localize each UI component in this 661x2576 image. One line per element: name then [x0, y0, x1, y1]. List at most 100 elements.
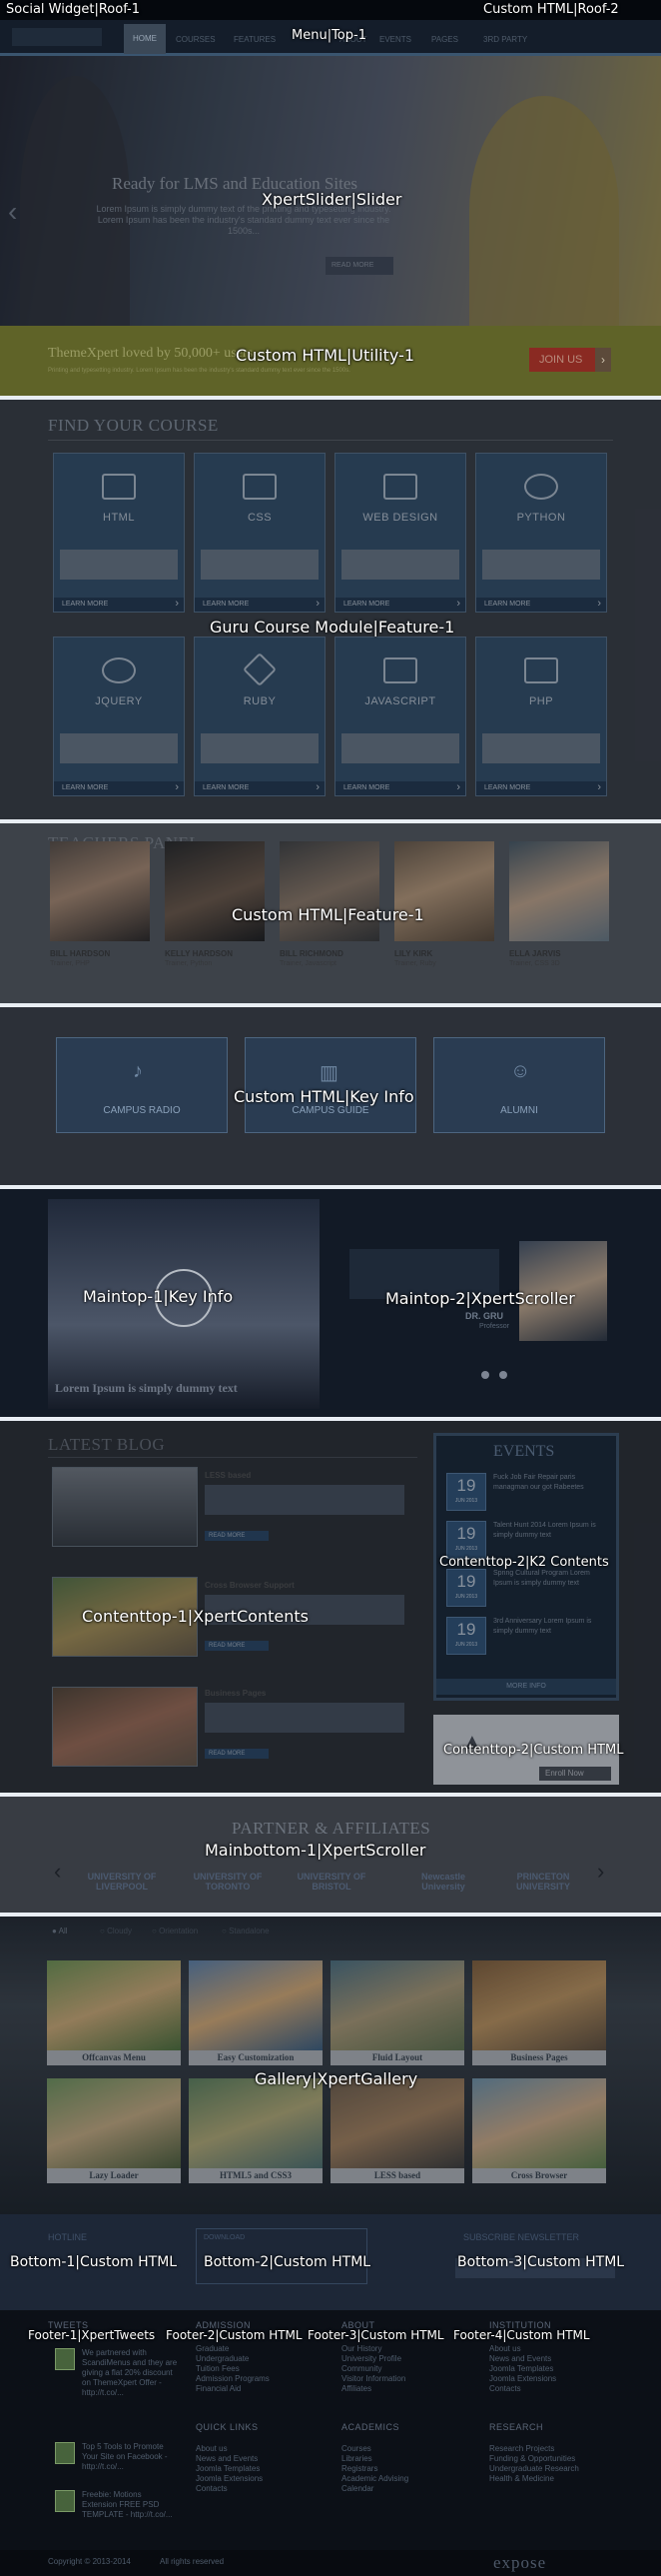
academics-link-4[interactable]: Academic Advising	[341, 2474, 408, 2484]
admission-link-5[interactable]: Financial Aid	[196, 2384, 241, 2394]
partner-logo-newcastle[interactable]: Newcastle University	[403, 1872, 483, 1892]
scroller-dot-1[interactable]	[481, 1371, 489, 1379]
blog-title-1[interactable]: LESS based	[205, 1471, 251, 1480]
blog-readmore-1[interactable]: READ MORE	[205, 1531, 269, 1541]
institution-link-1[interactable]: About us	[489, 2344, 521, 2354]
institution-link-4[interactable]: Joomla Extensions	[489, 2374, 556, 2384]
quicklink-5[interactable]: Contacts	[196, 2484, 228, 2494]
partners-prev-icon[interactable]: ‹	[54, 1859, 61, 1885]
gallery-image-5[interactable]	[47, 2078, 181, 2168]
blog-title-3[interactable]: Business Pages	[205, 1689, 266, 1698]
keyinfo-campus-guide[interactable]: ▥ CAMPUS GUIDE	[245, 1037, 416, 1133]
gallery-image-3[interactable]	[330, 1960, 464, 2050]
event-text-2[interactable]: Talent Hunt 2014 Lorem Ipsum is simply d…	[493, 1521, 603, 1541]
partner-logo-toronto[interactable]: UNIVERSITY OF TORONTO	[188, 1872, 268, 1892]
gallery-image-7[interactable]	[330, 2078, 464, 2168]
gallery-caption-1: Offcanvas Menu	[47, 2050, 181, 2065]
course-card-jquery[interactable]: JQUERY LEARN MORE	[53, 637, 185, 796]
keyinfo-alumni[interactable]: ☺ ALUMNI	[433, 1037, 605, 1133]
menu-courses[interactable]: COURSES	[176, 35, 216, 44]
event-text-4[interactable]: 3rd Anniversary Lorem Ipsum is simply du…	[493, 1617, 603, 1637]
quicklink-3[interactable]: Joomla Templates	[196, 2464, 260, 2474]
overlay-maintop2: Maintop-2|XpertScroller	[385, 1289, 575, 1308]
filter-all[interactable]: ● All	[52, 1927, 68, 1935]
academics-link-3[interactable]: Registrars	[341, 2464, 377, 2474]
course-card-web-design[interactable]: WEB DESIGN LEARN MORE	[334, 453, 466, 613]
gallery-image-8[interactable]	[472, 2078, 606, 2168]
footer-brand-logo: expose	[493, 2553, 547, 2572]
quicklink-2[interactable]: News and Events	[196, 2454, 258, 2464]
course-card-ruby[interactable]: RUBY LEARN MORE	[194, 637, 326, 796]
join-us-arrow-icon: ›	[595, 348, 611, 372]
gallery-image-2[interactable]	[189, 1960, 323, 2050]
overlay-utility1: Custom HTML|Utility-1	[236, 346, 415, 365]
admission-link-1[interactable]: Graduate	[196, 2344, 229, 2354]
teacher-name-4: LILY KIRK	[394, 949, 433, 958]
admission-link-3[interactable]: Tuition Fees	[196, 2364, 240, 2374]
gallery-image-6[interactable]	[189, 2078, 323, 2168]
tweet-1[interactable]: We partnered with ScandiMenus and they a…	[82, 2348, 178, 2398]
research-link-1[interactable]: Research Projects	[489, 2444, 554, 2454]
gallery-image-4[interactable]	[472, 1960, 606, 2050]
academics-link-5[interactable]: Calendar	[341, 2484, 373, 2494]
gallery-image-1[interactable]	[47, 1960, 181, 2050]
partners-next-icon[interactable]: ›	[597, 1859, 604, 1885]
partner-logo-princeton[interactable]: PRINCETON UNIVERSITY	[503, 1872, 583, 1892]
about-link-3[interactable]: Community	[341, 2364, 381, 2374]
teacher-name-5: ELLA JARVIS	[509, 949, 561, 958]
menu-events[interactable]: EVENTS	[379, 35, 411, 44]
research-link-3[interactable]: Undergraduate Research	[489, 2464, 579, 2474]
blog-readmore-3[interactable]: READ MORE	[205, 1749, 269, 1759]
about-link-4[interactable]: Visitor Information	[341, 2374, 405, 2384]
overlay-maintop1: Maintop-1|Key Info	[83, 1287, 234, 1306]
enroll-now-button[interactable]: Enroll Now	[539, 1767, 611, 1781]
blog-readmore-2[interactable]: READ MORE	[205, 1641, 269, 1651]
menu-features[interactable]: FEATURES	[234, 35, 276, 44]
partners-heading: PARTNER & AFFILIATES	[232, 1819, 431, 1838]
course-card-html[interactable]: HTML LEARN MORE	[53, 453, 185, 613]
course-card-php[interactable]: PHP LEARN MORE	[475, 637, 607, 796]
filter-standalone[interactable]: ○ Standalone	[222, 1927, 270, 1935]
filter-cloudy[interactable]: ○ Cloudy	[100, 1927, 132, 1935]
quicklinks-heading: QUICK LINKS	[196, 2422, 259, 2432]
slider-read-more-button[interactable]: READ MORE	[326, 257, 393, 275]
overlay-mainbottom1: Mainbottom-1|XpertScroller	[205, 1841, 426, 1860]
event-text-3[interactable]: Spring Cultural Program Lorem Ipsum is s…	[493, 1569, 603, 1589]
about-link-1[interactable]: Our History	[341, 2344, 381, 2354]
partner-logo-bristol[interactable]: UNIVERSITY OF BRISTOL	[292, 1872, 371, 1892]
admission-link-2[interactable]: Undergraduate	[196, 2354, 249, 2364]
institution-link-3[interactable]: Joomla Templates	[489, 2364, 553, 2374]
admission-link-4[interactable]: Admission Programs	[196, 2374, 270, 2384]
filter-orientation[interactable]: ○ Orientation	[152, 1927, 198, 1935]
slider-person-right	[469, 96, 619, 326]
course-card-css[interactable]: CSS LEARN MORE	[194, 453, 326, 613]
academics-link-2[interactable]: Libraries	[341, 2454, 372, 2464]
course-card-python[interactable]: PYTHON LEARN MORE	[475, 453, 607, 613]
book-icon: ▥	[320, 1062, 338, 1084]
quicklink-4[interactable]: Joomla Extensions	[196, 2474, 263, 2484]
menu-3rd-party[interactable]: 3RD PARTY	[483, 35, 527, 44]
overlay-footer1: Footer-1|XpertTweets	[28, 2328, 156, 2342]
academics-link-1[interactable]: Courses	[341, 2444, 371, 2454]
keyinfo-campus-radio[interactable]: ♪ CAMPUS RADIO	[56, 1037, 228, 1133]
slider-prev-icon[interactable]: ‹	[8, 196, 17, 228]
copyright-text: Copyright © 2013-2014	[48, 2557, 131, 2566]
events-more-button[interactable]: MORE INFO	[436, 1679, 616, 1695]
about-link-5[interactable]: Affiliates	[341, 2384, 371, 2394]
institution-link-5[interactable]: Contacts	[489, 2384, 521, 2394]
about-link-2[interactable]: University Profile	[341, 2354, 401, 2364]
event-text-1[interactable]: Fuck Job Fair Repair paris managman our …	[493, 1473, 603, 1493]
partner-logo-liverpool[interactable]: UNIVERSITY OF LIVERPOOL	[82, 1872, 162, 1892]
quicklink-1[interactable]: About us	[196, 2444, 228, 2454]
tweet-3[interactable]: Freebie: Motions Extension FREE PSD TEMP…	[82, 2490, 178, 2520]
menu-pages[interactable]: PAGES	[431, 35, 458, 44]
blog-title-2[interactable]: Cross Browser Support	[205, 1581, 295, 1590]
research-link-2[interactable]: Funding & Opportunities	[489, 2454, 575, 2464]
menu-home[interactable]: HOME	[124, 24, 166, 54]
tweet-2[interactable]: Top 5 Tools to Promote Your Site on Face…	[82, 2442, 178, 2472]
course-card-javascript[interactable]: JAVASCRIPT LEARN MORE	[334, 637, 466, 796]
course-heading-rule	[48, 440, 613, 441]
institution-link-2[interactable]: News and Events	[489, 2354, 551, 2364]
scroller-dot-2[interactable]	[499, 1371, 507, 1379]
research-link-4[interactable]: Health & Medicine	[489, 2474, 554, 2484]
